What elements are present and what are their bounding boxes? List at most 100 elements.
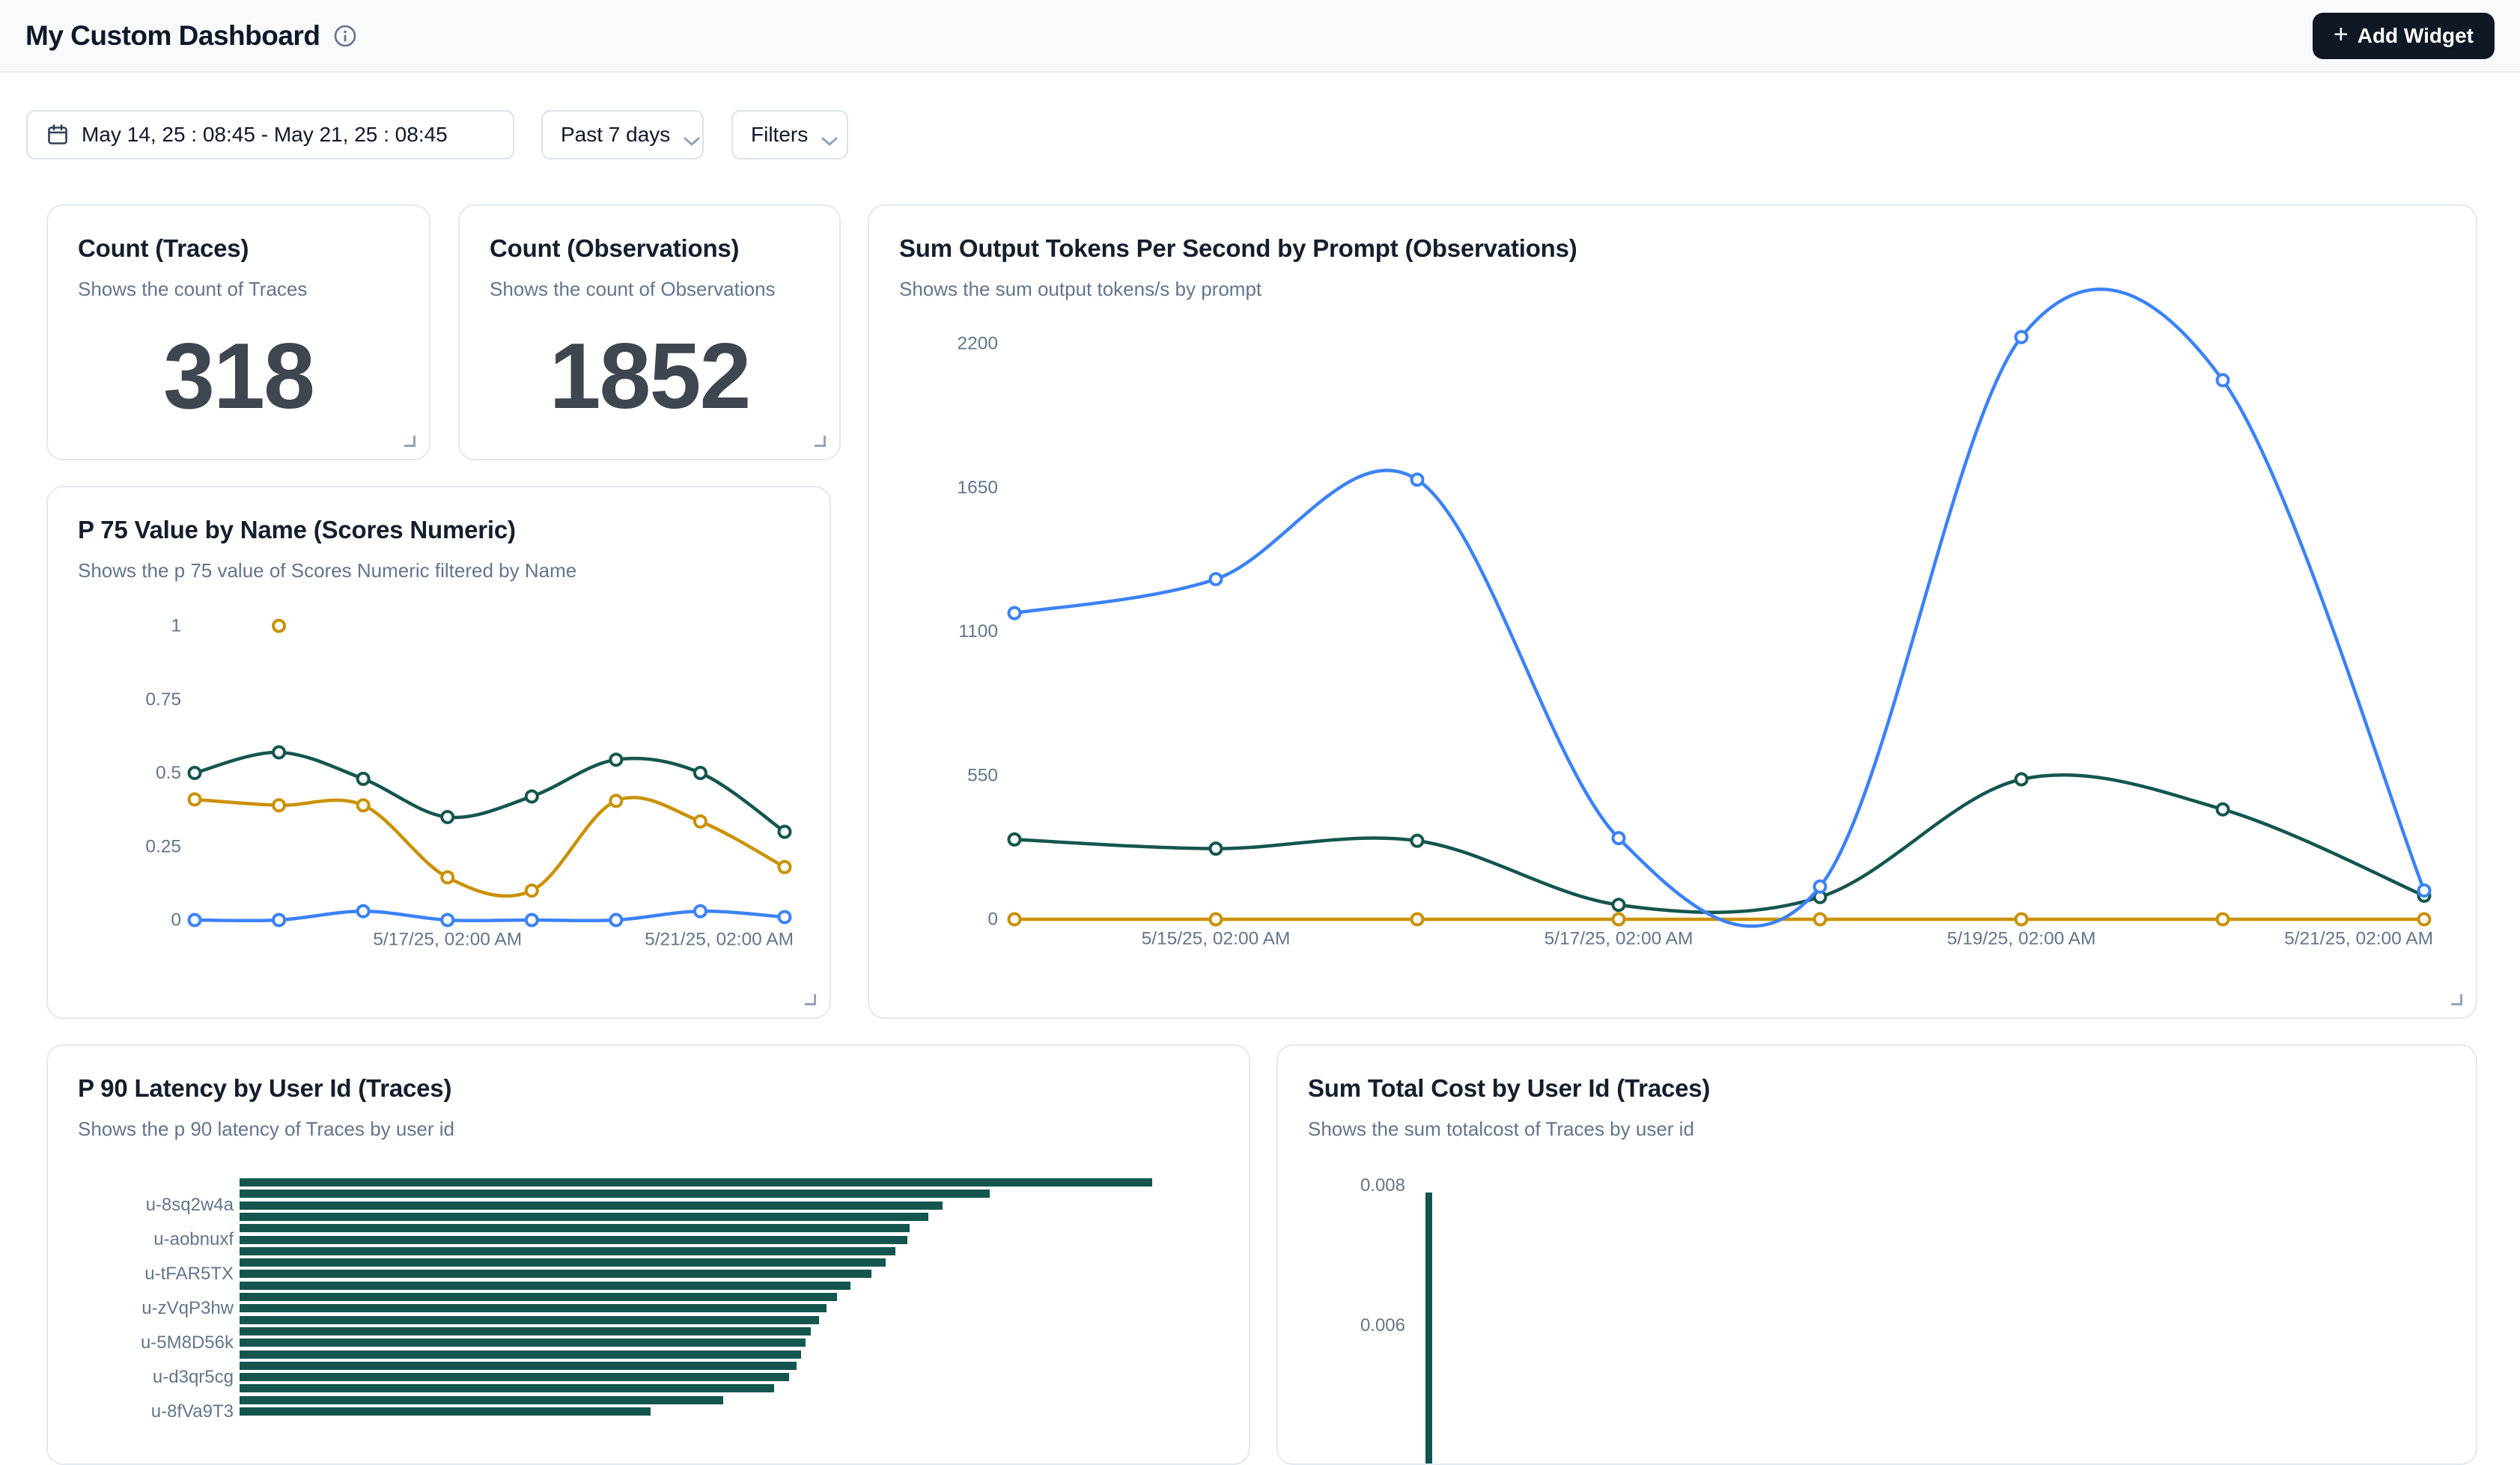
blue-data-point bbox=[1009, 608, 1020, 619]
latency-bar bbox=[240, 1236, 907, 1244]
latency-bar bbox=[240, 1282, 850, 1290]
blue-data-point bbox=[189, 915, 201, 926]
cost-bar bbox=[1425, 1193, 1432, 1465]
card-tokens-per-second: Sum Output Tokens Per Second by Prompt (… bbox=[868, 204, 2477, 1019]
card-title: Count (Observations) bbox=[460, 206, 839, 263]
teal-data-point bbox=[2016, 773, 2027, 785]
latency-bar bbox=[240, 1270, 871, 1278]
teal-data-point bbox=[1613, 899, 1625, 910]
range-preset-dropdown[interactable]: Past 7 days bbox=[541, 110, 704, 159]
teal-data-point bbox=[610, 754, 621, 765]
blue-data-point bbox=[695, 906, 706, 917]
blue-data-point bbox=[1412, 474, 1423, 485]
range-preset-value: Past 7 days bbox=[561, 123, 670, 147]
amber-data-point bbox=[695, 816, 706, 827]
latency-bar bbox=[240, 1362, 797, 1370]
resize-handle-icon[interactable] bbox=[2451, 994, 2462, 1005]
blue-data-point bbox=[526, 915, 538, 926]
calendar-icon bbox=[46, 123, 70, 147]
resize-handle-icon[interactable] bbox=[805, 994, 816, 1005]
x-tick-label: 5/15/25, 02:00 AM bbox=[1142, 929, 1291, 949]
card-subtitle: Shows the p 75 value of Scores Numeric f… bbox=[48, 544, 830, 582]
filters-dropdown[interactable]: Filters bbox=[731, 110, 848, 159]
card-count-observations: Count (Observations) Shows the count of … bbox=[458, 204, 841, 460]
amber-data-point bbox=[1815, 914, 1826, 925]
blue-data-point bbox=[2218, 374, 2229, 386]
latency-bar bbox=[240, 1396, 723, 1404]
user-id-label: u-tFAR5TX bbox=[76, 1264, 234, 1285]
latency-bar bbox=[240, 1304, 827, 1312]
plus-icon: + bbox=[2334, 22, 2349, 47]
date-range-picker[interactable]: May 14, 25 : 08:45 - May 21, 25 : 08:45 bbox=[26, 110, 514, 159]
y-tick-label: 2200 bbox=[957, 334, 998, 354]
amber-data-point bbox=[358, 799, 369, 811]
latency-bar bbox=[240, 1407, 651, 1416]
teal-data-point bbox=[2419, 890, 2430, 901]
latency-bar bbox=[240, 1350, 801, 1359]
latency-bar bbox=[240, 1247, 895, 1255]
blue-line bbox=[1014, 289, 2424, 926]
teal-line bbox=[1014, 775, 2424, 913]
latency-bar bbox=[240, 1338, 806, 1347]
user-id-label: u-zVqP3hw bbox=[76, 1298, 234, 1319]
amber-data-point bbox=[2419, 914, 2430, 925]
tokens-chart-svg: 05501100165022005/15/25, 02:00 AM5/17/25… bbox=[869, 206, 2477, 1019]
teal-data-point bbox=[273, 746, 284, 758]
latency-bar bbox=[240, 1384, 774, 1392]
amber-data-point bbox=[1613, 914, 1625, 925]
latency-bar bbox=[240, 1201, 943, 1210]
card-title: Sum Output Tokens Per Second by Prompt (… bbox=[869, 206, 2476, 263]
teal-data-point bbox=[1211, 843, 1222, 854]
card-sum-total-cost: Sum Total Cost by User Id (Traces) Shows… bbox=[1276, 1044, 2477, 1465]
blue-data-point bbox=[1613, 832, 1625, 844]
latency-bar bbox=[240, 1213, 928, 1221]
card-subtitle: Shows the sum output tokens/s by prompt bbox=[869, 263, 2476, 301]
tokens-line-chart: 05501100165022005/15/25, 02:00 AM5/17/25… bbox=[869, 206, 2476, 1017]
y-tick-label: 0.75 bbox=[145, 689, 181, 710]
teal-data-point bbox=[526, 791, 538, 802]
y-tick-label: 0 bbox=[171, 910, 181, 931]
filters-label: Filters bbox=[751, 123, 808, 147]
metric-value: 318 bbox=[48, 323, 429, 430]
y-tick-label: 0 bbox=[987, 910, 998, 930]
teal-data-point bbox=[2218, 804, 2229, 815]
amber-data-point bbox=[2016, 914, 2027, 925]
resize-handle-icon[interactable] bbox=[815, 436, 826, 447]
card-title: Count (Traces) bbox=[48, 206, 429, 263]
user-id-label: u-8sq2w4a bbox=[76, 1195, 234, 1216]
y-tick-label: 550 bbox=[967, 765, 998, 785]
resize-handle-icon[interactable] bbox=[404, 436, 416, 447]
card-subtitle: Shows the count of Traces bbox=[48, 263, 429, 301]
x-tick-label: 5/21/25, 02:00 AM bbox=[645, 930, 794, 950]
card-count-traces: Count (Traces) Shows the count of Traces… bbox=[46, 204, 430, 460]
blue-data-point bbox=[442, 915, 453, 926]
info-icon[interactable] bbox=[333, 24, 357, 48]
latency-bar bbox=[240, 1258, 886, 1267]
y-tick-label: 1100 bbox=[958, 621, 998, 642]
card-p75-value: P 75 Value by Name (Scores Numeric) Show… bbox=[46, 486, 831, 1019]
add-widget-button[interactable]: + Add Widget bbox=[2313, 13, 2495, 59]
chevron-down-icon bbox=[820, 129, 839, 141]
card-title: Sum Total Cost by User Id (Traces) bbox=[1278, 1046, 2476, 1103]
x-tick-label: 5/17/25, 02:00 AM bbox=[1544, 929, 1693, 949]
teal-data-point bbox=[189, 767, 201, 779]
latency-bar bbox=[240, 1224, 910, 1232]
teal-data-point bbox=[695, 767, 706, 779]
x-tick-label: 5/19/25, 02:00 AM bbox=[1947, 929, 2096, 949]
y-tick-label: 0.25 bbox=[145, 836, 181, 856]
x-tick-label: 5/17/25, 02:00 AM bbox=[373, 930, 522, 950]
amber-data-point bbox=[189, 794, 201, 805]
card-title: P 75 Value by Name (Scores Numeric) bbox=[48, 487, 830, 544]
amber-data-point bbox=[779, 862, 791, 873]
amber-data-point bbox=[1211, 914, 1222, 925]
teal-data-point bbox=[1412, 835, 1423, 847]
blue-data-point bbox=[1815, 881, 1826, 892]
amber-data-point bbox=[1412, 914, 1423, 925]
amber-data-point bbox=[2218, 914, 2229, 925]
date-range-value: May 14, 25 : 08:45 - May 21, 25 : 08:45 bbox=[82, 123, 448, 147]
metric-value: 1852 bbox=[460, 323, 839, 430]
card-title: P 90 Latency by User Id (Traces) bbox=[48, 1046, 1249, 1103]
blue-data-point bbox=[273, 915, 284, 926]
teal-line bbox=[195, 752, 785, 832]
teal-data-point bbox=[358, 773, 369, 785]
